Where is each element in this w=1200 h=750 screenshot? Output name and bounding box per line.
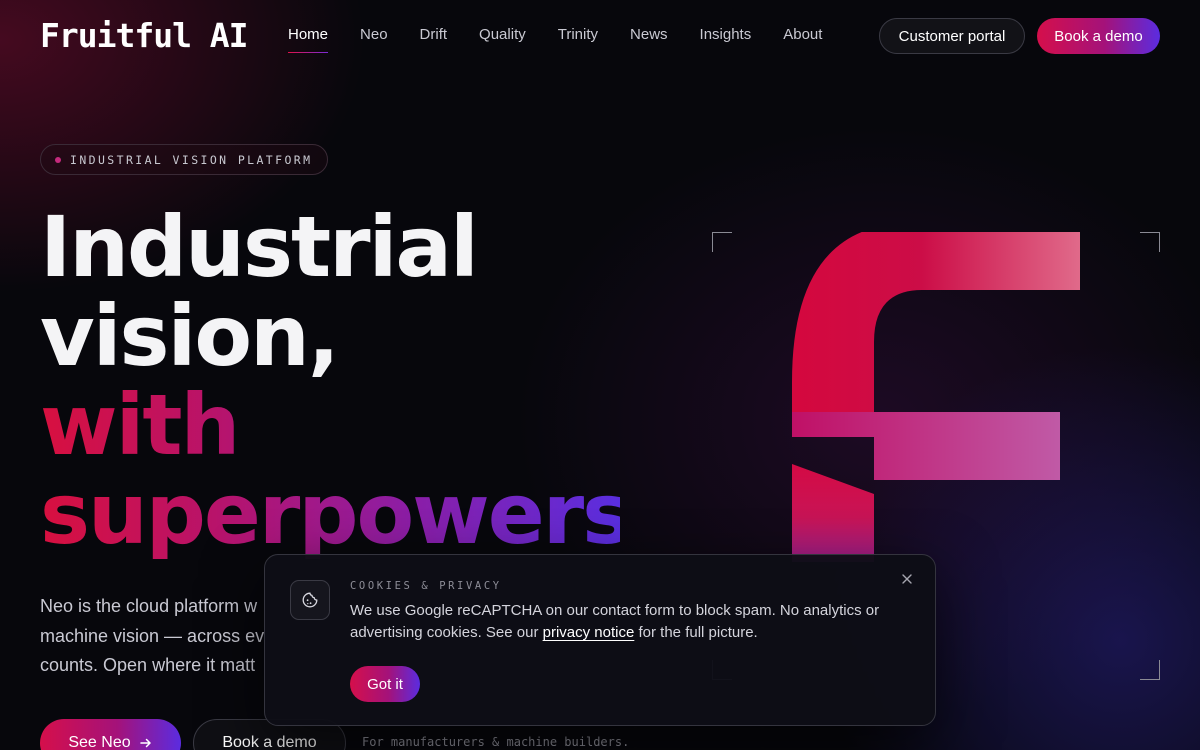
nav-link-neo[interactable]: Neo [360,25,388,45]
nav-link-about[interactable]: About [783,25,822,45]
top-nav: Fruitful AI Home Neo Drift Quality Trini… [0,0,1200,72]
cookie-title: COOKIES & PRIVACY [350,580,502,592]
subtitle-line-3: counts. Open where it matt [40,655,256,675]
nav-links: Home Neo Drift Quality Trinity News Insi… [288,25,854,53]
arrow-right-icon [139,738,151,748]
privacy-notice-link[interactable]: privacy notice [543,624,635,641]
audience-note: For manufacturers & machine builders. [362,735,630,749]
cookie-banner: COOKIES & PRIVACY We use Google reCAPTCH… [264,554,936,726]
cookie-body: We use Google reCAPTCHA on our contact f… [350,600,890,644]
customer-portal-button[interactable]: Customer portal [879,18,1025,54]
cookie-body-text-2: for the full picture. [634,624,758,641]
nav-link-news[interactable]: News [630,25,668,45]
eyebrow-badge: INDUSTRIAL VISION PLATFORM [40,144,329,175]
headline-line-4: superpowers. [40,465,662,563]
got-it-button[interactable]: Got it [350,666,420,702]
headline-line-2: vision, [40,287,340,385]
cookie-icon [290,580,330,620]
subtitle-line-2: machine vision — across ev [40,625,265,646]
nav-link-home[interactable]: Home [288,25,329,53]
headline-line-1: Industrial [40,198,479,296]
see-neo-label: See Neo [68,734,131,750]
brand-logo[interactable]: Fruitful AI [40,16,249,56]
see-neo-button[interactable]: See Neo [40,719,181,750]
nav-link-quality[interactable]: Quality [479,25,526,45]
book-demo-button[interactable]: Book a demo [1037,18,1160,54]
status-dot-icon [55,156,61,163]
close-icon[interactable] [899,573,915,589]
nav-link-insights[interactable]: Insights [700,25,752,45]
nav-link-trinity[interactable]: Trinity [558,25,598,45]
subtitle-line-1: Neo is the cloud platform w [40,596,258,616]
eyebrow-text: INDUSTRIAL VISION PLATFORM [70,152,313,167]
nav-link-drift[interactable]: Drift [420,25,448,45]
headline-line-3: with [40,381,620,470]
hero-headline: Industrial vision, with superpowers. [40,198,662,563]
